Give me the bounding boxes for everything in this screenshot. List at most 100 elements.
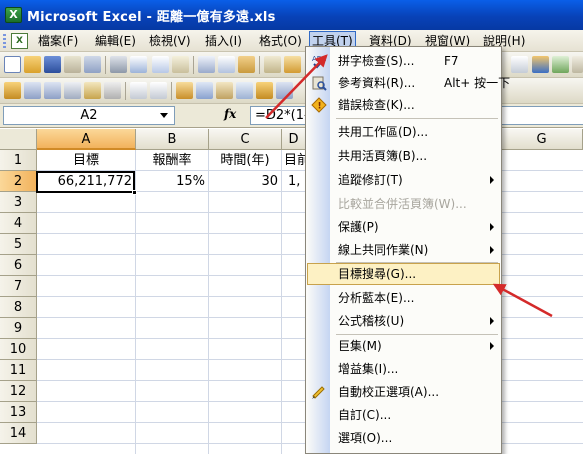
row-header[interactable]: 5 bbox=[0, 234, 37, 255]
copy-icon[interactable] bbox=[218, 56, 235, 73]
row-header[interactable]: 1 bbox=[0, 150, 37, 171]
paste-icon[interactable] bbox=[238, 56, 255, 73]
research-icon[interactable] bbox=[172, 56, 189, 73]
menu-item-formula-auditing[interactable]: 公式稽核(U) bbox=[307, 310, 500, 332]
accept-change-icon[interactable] bbox=[150, 82, 167, 99]
save-icon[interactable] bbox=[44, 56, 61, 73]
row-header[interactable]: 6 bbox=[0, 255, 37, 276]
column-header-g[interactable]: G bbox=[501, 129, 583, 150]
menu-item-add-ins[interactable]: 增益集(I)... bbox=[307, 358, 500, 380]
toolbar-separator bbox=[105, 56, 106, 74]
row-header[interactable]: 3 bbox=[0, 192, 37, 213]
row-header[interactable]: 11 bbox=[0, 360, 37, 381]
show-comment-icon[interactable] bbox=[64, 82, 81, 99]
row-header[interactable]: 14 bbox=[0, 423, 37, 444]
error-check-icon: ! bbox=[311, 97, 327, 113]
menu-item-shared-workspace[interactable]: 共用工作區(D)... bbox=[307, 121, 500, 143]
drawing-icon[interactable] bbox=[552, 56, 569, 73]
track-changes-icon[interactable] bbox=[130, 82, 147, 99]
insert-function-icon[interactable]: fx bbox=[224, 107, 236, 121]
menubar-grip-icon[interactable] bbox=[3, 34, 6, 48]
grid-line bbox=[208, 150, 209, 454]
menu-item-autocorrect[interactable]: 自動校正選項(A)... bbox=[307, 381, 500, 403]
edit-comment-icon[interactable] bbox=[176, 82, 193, 99]
row-header[interactable]: 13 bbox=[0, 402, 37, 423]
column-header-c[interactable]: C bbox=[209, 129, 282, 150]
row-header[interactable]: 12 bbox=[0, 381, 37, 402]
comment-prev-icon[interactable] bbox=[24, 82, 41, 99]
menu-item-error-check[interactable]: ! 錯誤檢查(K)... bbox=[307, 94, 500, 116]
column-header-d[interactable]: D bbox=[282, 129, 306, 150]
menu-item-protection[interactable]: 保護(P) bbox=[307, 216, 500, 238]
menu-file[interactable]: 檔案(F) bbox=[36, 31, 80, 51]
print-preview-icon[interactable] bbox=[130, 56, 147, 73]
menu-item-scenarios[interactable]: 分析藍本(E)... bbox=[307, 287, 500, 309]
menu-item-online-collaboration[interactable]: 線上共同作業(N) bbox=[307, 239, 500, 261]
fill-handle[interactable] bbox=[132, 190, 137, 195]
active-cell-border bbox=[36, 171, 137, 195]
open-icon[interactable] bbox=[24, 56, 41, 73]
menu-item-track-changes[interactable]: 追蹤修訂(T) bbox=[307, 169, 500, 191]
send-review-icon[interactable] bbox=[196, 82, 213, 99]
workbook-icon[interactable]: X bbox=[11, 33, 28, 49]
comment-next-icon[interactable] bbox=[44, 82, 61, 99]
menu-item-spelling[interactable]: ABC 拼字檢查(S)... F7 bbox=[307, 50, 500, 72]
sort-icon[interactable] bbox=[511, 56, 528, 73]
end-review-icon[interactable] bbox=[236, 82, 253, 99]
menu-item-options[interactable]: 選項(O)... bbox=[307, 427, 500, 449]
folder-icon[interactable] bbox=[4, 82, 21, 99]
spelling-icon[interactable] bbox=[152, 56, 169, 73]
menu-edit[interactable]: 編輯(E) bbox=[93, 31, 138, 51]
row-header[interactable]: 4 bbox=[0, 213, 37, 234]
email-icon[interactable] bbox=[84, 56, 101, 73]
autocorrect-icon bbox=[312, 386, 325, 399]
markup-icon[interactable] bbox=[256, 82, 273, 99]
row-header[interactable]: 7 bbox=[0, 276, 37, 297]
cell-c2[interactable]: 30 bbox=[209, 171, 281, 192]
menu-insert[interactable]: 插入(I) bbox=[203, 31, 244, 51]
column-header-b[interactable]: B bbox=[136, 129, 209, 150]
cell-a1[interactable]: 目標 bbox=[37, 150, 135, 171]
row-header[interactable]: 2 bbox=[0, 171, 37, 192]
print-icon[interactable] bbox=[110, 56, 127, 73]
menu-format[interactable]: 格式(O) bbox=[257, 31, 304, 51]
cell-b2[interactable]: 15% bbox=[136, 171, 208, 192]
format-painter-icon[interactable] bbox=[264, 56, 281, 73]
submenu-arrow-icon bbox=[490, 246, 494, 254]
chevron-down-icon[interactable] bbox=[160, 113, 168, 118]
new-icon[interactable] bbox=[4, 56, 21, 73]
name-box[interactable]: A2 bbox=[3, 106, 175, 125]
submenu-arrow-icon bbox=[490, 223, 494, 231]
excel-app-icon[interactable]: X bbox=[5, 7, 22, 23]
grid-line bbox=[281, 150, 282, 454]
menu-item-goal-seek[interactable]: 目標搜尋(G)... bbox=[307, 263, 500, 285]
toolbar-separator bbox=[171, 82, 172, 100]
column-header-a[interactable]: A bbox=[37, 129, 136, 150]
row-header[interactable]: 8 bbox=[0, 297, 37, 318]
permission-icon[interactable] bbox=[64, 56, 81, 73]
reply-icon[interactable] bbox=[216, 82, 233, 99]
cell-d1[interactable]: 目前 bbox=[284, 150, 306, 171]
name-box-value: A2 bbox=[80, 108, 98, 123]
menu-item-share-workbook[interactable]: 共用活頁簿(B)... bbox=[307, 145, 500, 167]
menu-item-customize[interactable]: 自訂(C)... bbox=[307, 404, 500, 426]
select-all-corner[interactable] bbox=[0, 129, 37, 150]
cell-d2[interactable]: 1, bbox=[288, 171, 306, 192]
zoom-icon[interactable] bbox=[572, 56, 583, 73]
toolbar-separator bbox=[259, 56, 260, 74]
reviewing-pane-icon[interactable] bbox=[276, 82, 293, 99]
menu-item-macro[interactable]: 巨集(M) bbox=[307, 335, 500, 357]
cut-icon[interactable] bbox=[198, 56, 215, 73]
delete-comment-icon[interactable] bbox=[104, 82, 121, 99]
menu-separator bbox=[336, 118, 498, 119]
cell-c1[interactable]: 時間(年) bbox=[209, 150, 281, 171]
menu-item-research[interactable]: 參考資料(R)... Alt+ 按一下 bbox=[307, 72, 510, 94]
cell-b1[interactable]: 報酬率 bbox=[136, 150, 208, 171]
chart-wizard-icon[interactable] bbox=[532, 56, 549, 73]
show-all-comments-icon[interactable] bbox=[84, 82, 101, 99]
menu-view[interactable]: 檢視(V) bbox=[147, 31, 193, 51]
row-header[interactable]: 10 bbox=[0, 339, 37, 360]
undo-icon[interactable] bbox=[284, 56, 301, 73]
row-header[interactable]: 9 bbox=[0, 318, 37, 339]
research-icon bbox=[312, 76, 327, 91]
